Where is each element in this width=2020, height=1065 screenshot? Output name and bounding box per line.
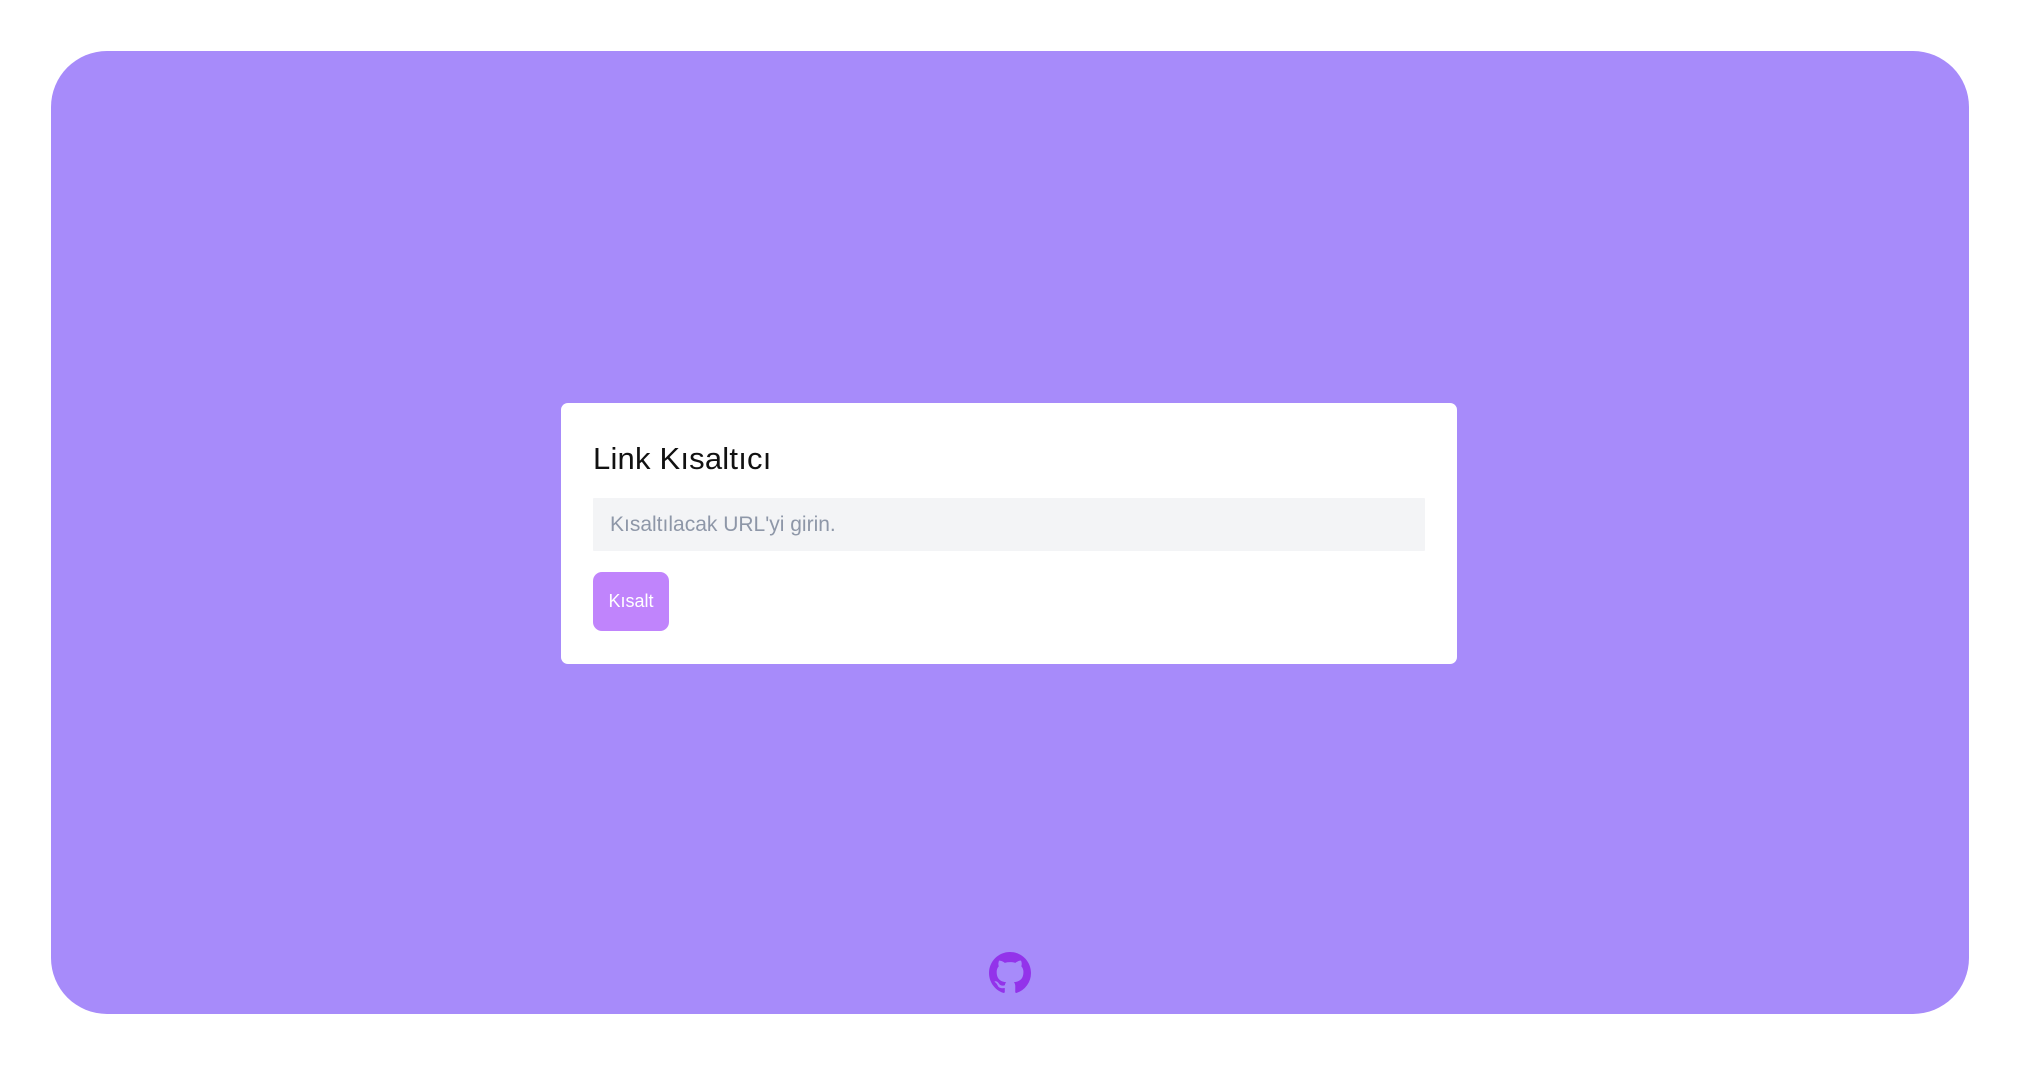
github-link[interactable]	[989, 952, 1031, 994]
url-input[interactable]	[593, 498, 1425, 551]
page-title: Link Kısaltıcı	[593, 441, 772, 476]
shorten-button[interactable]: Kısalt	[593, 572, 669, 631]
shortener-card: Link Kısaltıcı Kısalt	[561, 403, 1457, 664]
github-icon	[989, 952, 1031, 994]
page-background: Link Kısaltıcı Kısalt	[51, 51, 1969, 1014]
